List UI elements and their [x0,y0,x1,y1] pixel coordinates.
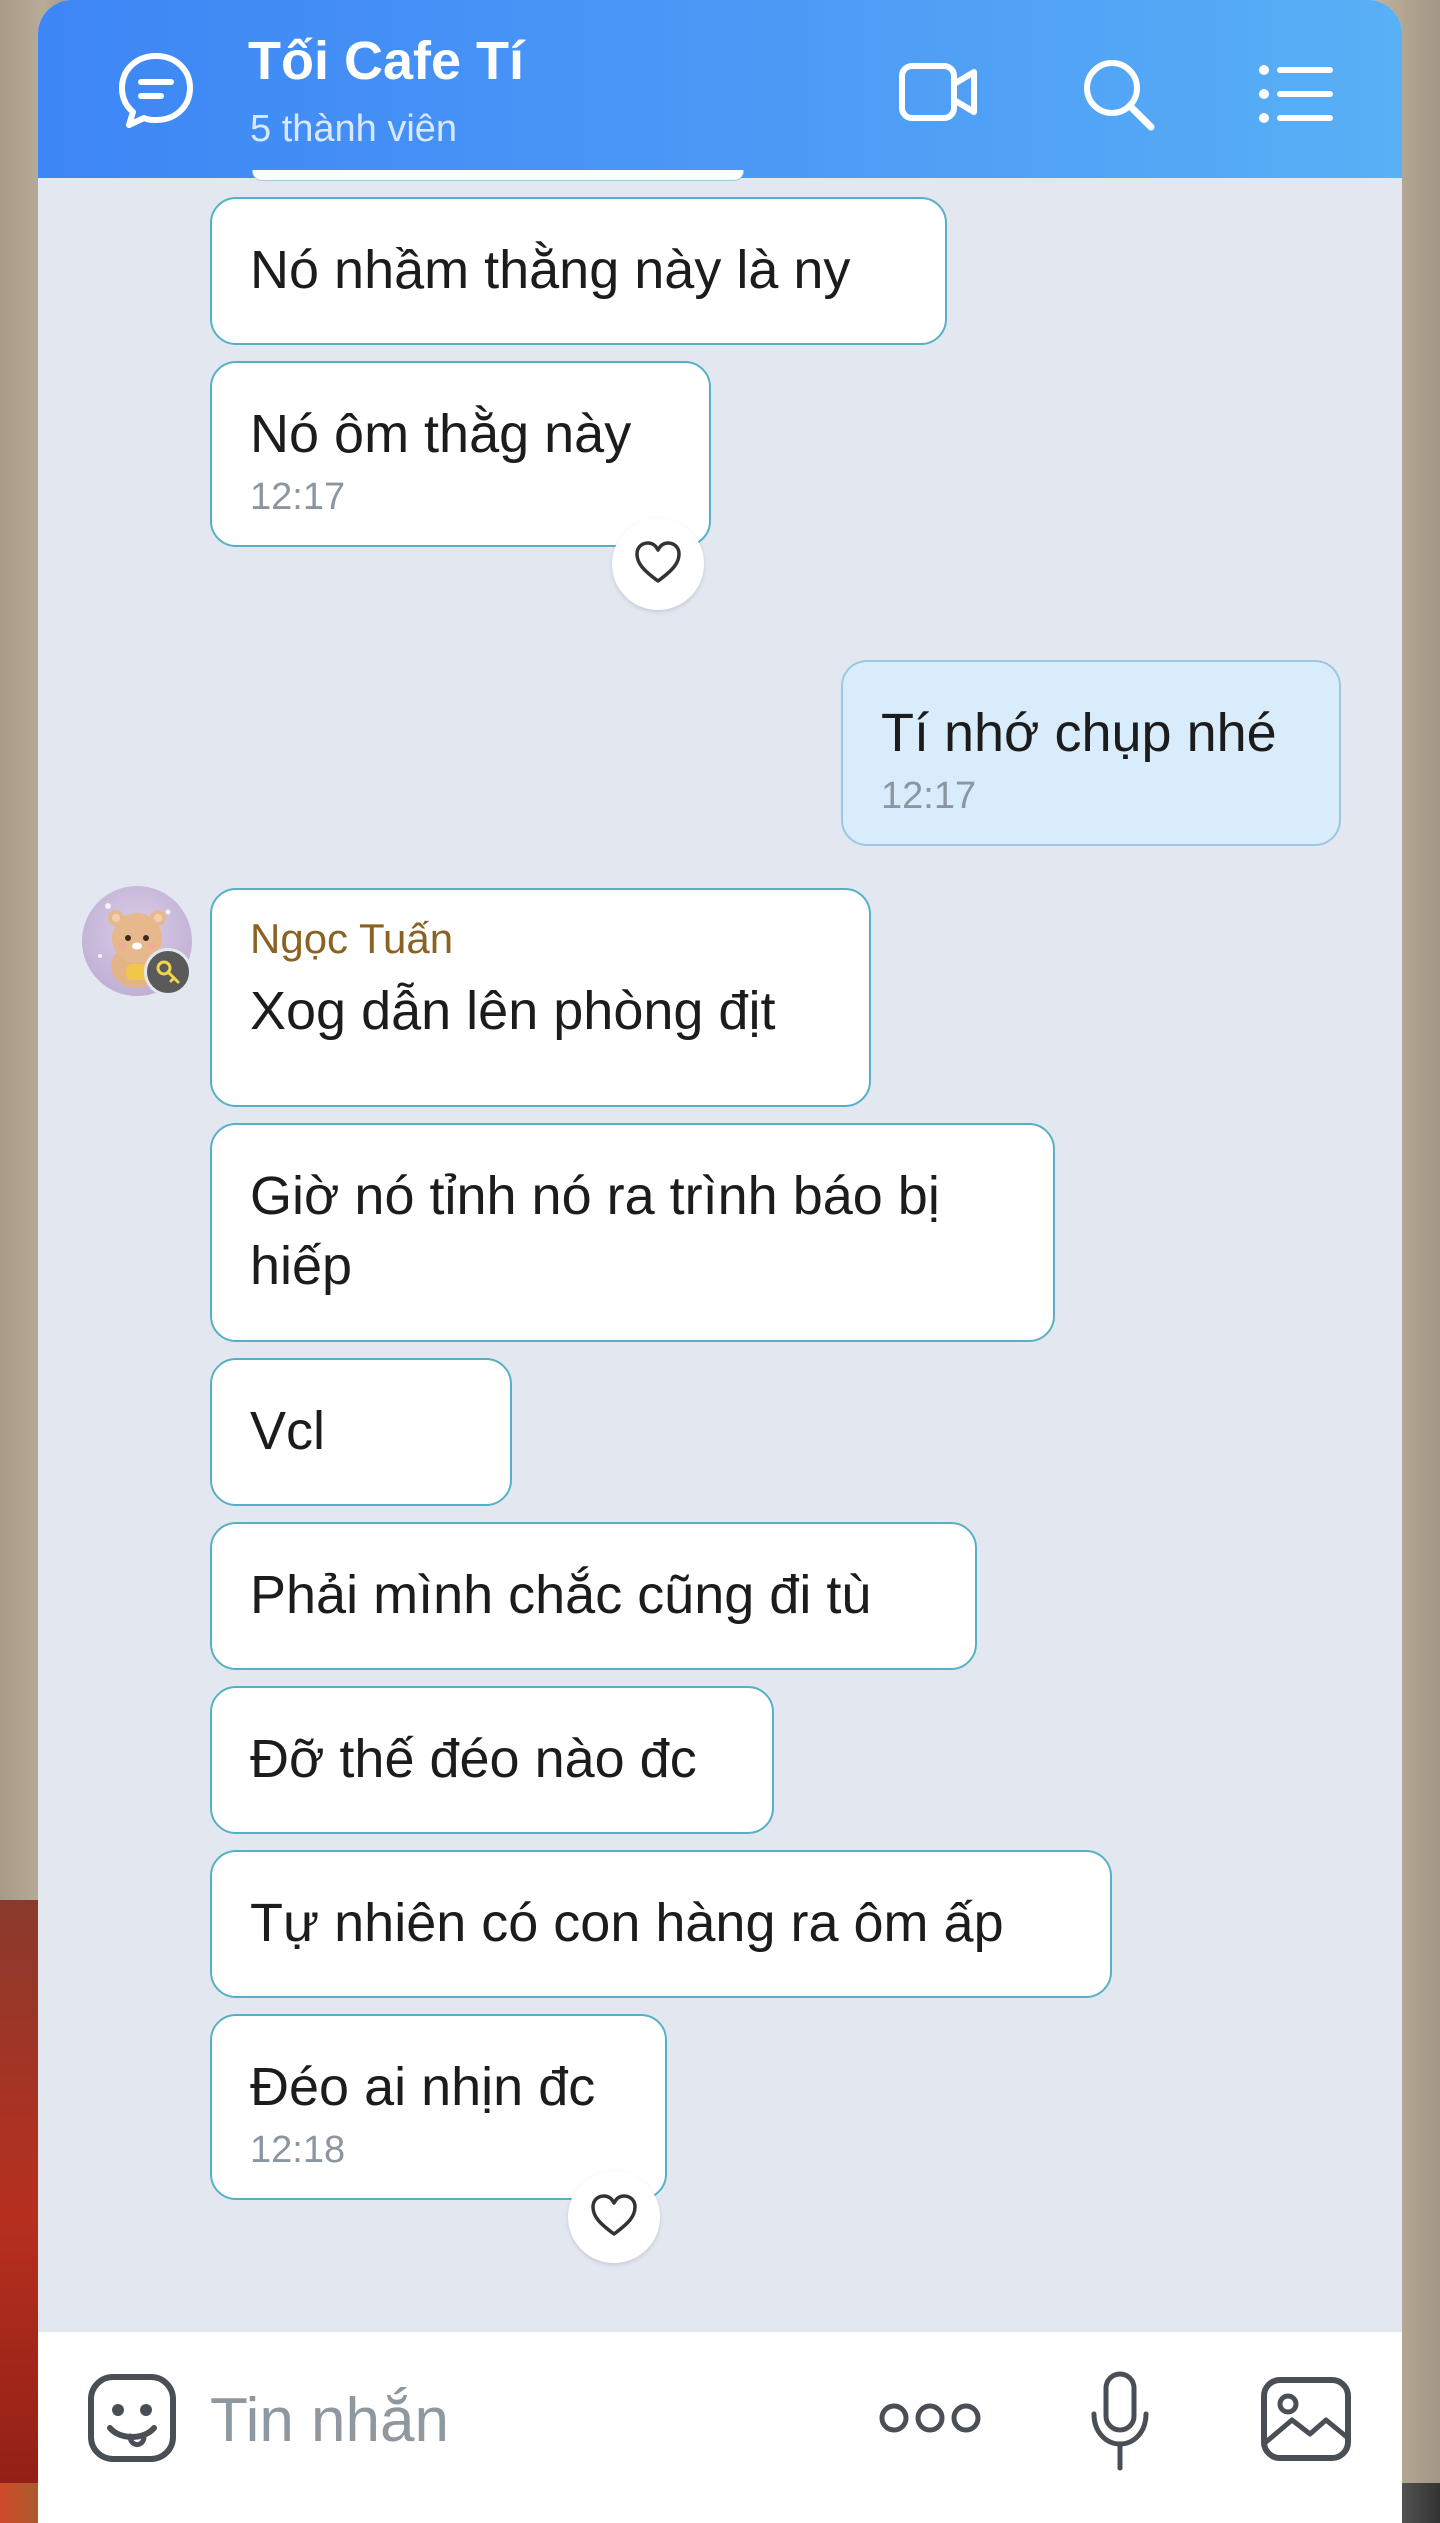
heart-icon [589,2192,639,2243]
message-text: Tự nhiên có con hàng ra ôm ấp [250,1893,1004,1953]
message-input[interactable] [210,2376,810,2466]
message-bubble[interactable]: Vcl [210,1358,512,1506]
message-text: Đỡ thế đéo nào đc [250,1729,697,1789]
group-title[interactable]: Tối Cafe Tí [248,30,524,92]
video-call-icon[interactable] [898,60,978,124]
message-text: Xog dẫn lên phòng địt [250,981,776,1041]
chat-header: Tối Cafe Tí 5 thành viên [38,0,1402,178]
message-bubble[interactable]: Đỡ thế đéo nào đc [210,1686,774,1834]
background-wallpaper-left [0,1900,42,2523]
message-time: 12:17 [881,775,977,817]
message-bubble[interactable]: Ngọc Tuấn Xog dẫn lên phòng địt [210,888,871,1107]
message-text: Vcl [250,1401,326,1461]
reaction-button[interactable] [612,518,704,610]
message-composer [38,2332,1402,2523]
message-bubble[interactable]: Đéo ai nhịn đc 12:18 [210,2014,667,2200]
message-bubble[interactable]: Nó nhầm thằng này là ny [210,197,947,345]
message-time: 12:18 [250,2129,346,2171]
message-bubble[interactable]: Nó ôm thằg này 12:17 [210,361,711,547]
member-count[interactable]: 5 thành viên [250,108,457,151]
message-text: Giờ nó tỉnh nó ra trình báo bị hiếp [250,1166,940,1296]
heart-icon [633,539,683,590]
emoji-sticker-icon[interactable] [86,2372,178,2464]
menu-list-icon[interactable] [1258,64,1334,124]
chat-window: Tối Cafe Tí 5 thành viên Nó nhầm thằng n… [38,0,1402,2523]
my-message-bubble[interactable]: Tí nhớ chụp nhé 12:17 [841,660,1341,846]
message-text: Đéo ai nhịn đc [250,2057,596,2117]
more-dots-icon[interactable] [878,2398,982,2438]
chat-bubble-icon[interactable] [116,50,196,130]
sender-name[interactable]: Ngọc Tuấn [250,914,831,964]
reaction-button[interactable] [568,2171,660,2263]
key-badge-icon [144,948,192,996]
microphone-icon[interactable] [1088,2370,1152,2474]
message-text: Nó ôm thằg này [250,404,632,464]
message-text: Tí nhớ chụp nhé [881,703,1277,763]
message-bubble[interactable]: Phải mình chắc cũng đi tù [210,1522,977,1670]
message-bubble[interactable]: Tự nhiên có con hàng ra ôm ấp [210,1850,1112,1998]
image-gallery-icon[interactable] [1260,2376,1352,2462]
message-text: Phải mình chắc cũng đi tù [250,1565,872,1625]
previous-message-edge [252,170,744,181]
message-text: Nó nhầm thằng này là ny [250,240,851,300]
search-icon[interactable] [1080,56,1156,132]
message-time: 12:17 [250,476,346,518]
message-bubble[interactable]: Giờ nó tỉnh nó ra trình báo bị hiếp [210,1123,1055,1342]
